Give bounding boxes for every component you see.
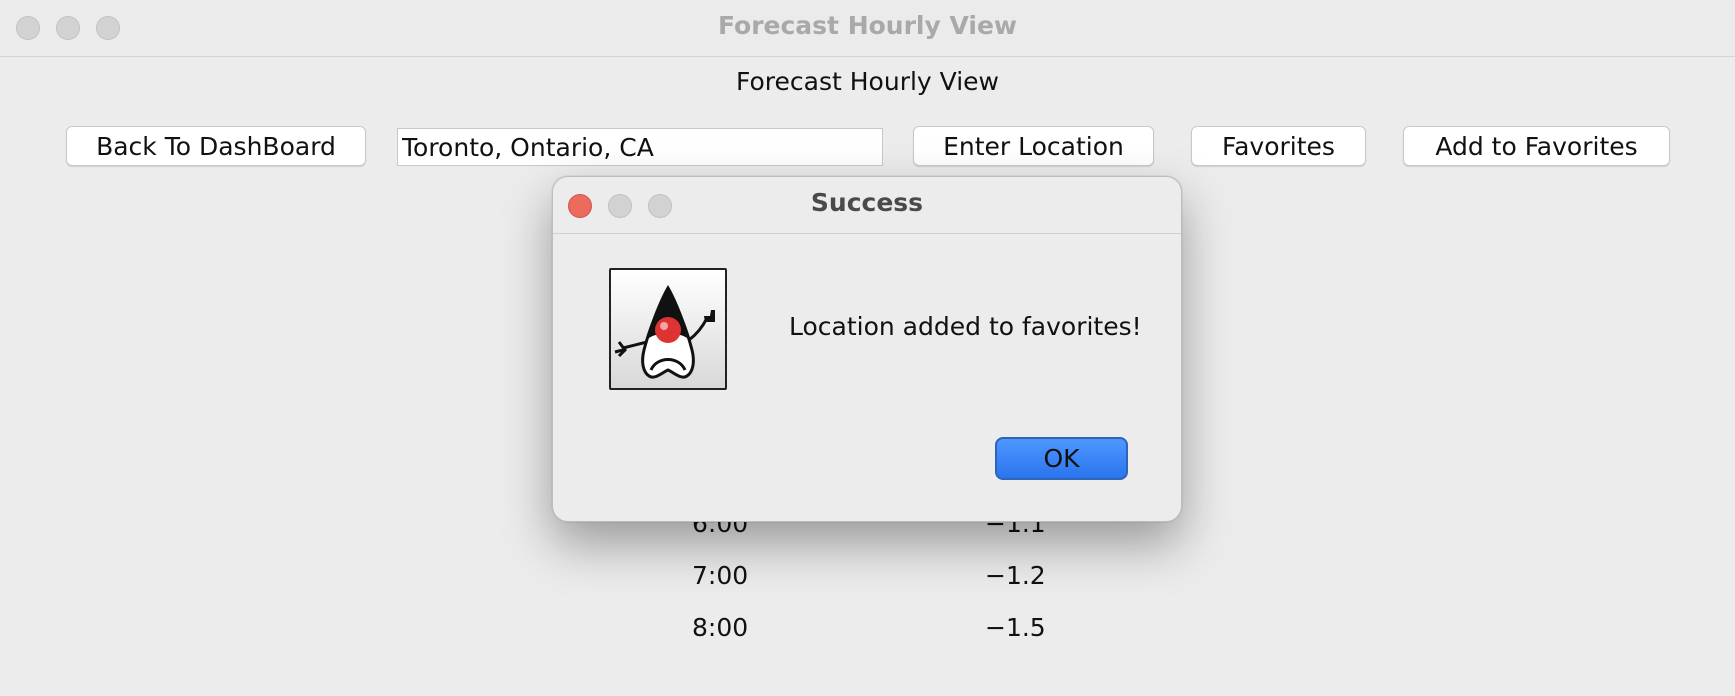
dialog-titlebar: Success xyxy=(553,177,1181,234)
temperature-value: −1.5 xyxy=(985,613,1046,642)
page-title: Forecast Hourly View xyxy=(736,67,999,96)
dialog-title: Success xyxy=(810,188,924,217)
window-titlebar: Forecast Hourly View xyxy=(0,0,1735,57)
enter-location-button[interactable]: Enter Location xyxy=(913,126,1154,166)
location-input[interactable] xyxy=(397,128,883,166)
hour-label: 7:00 xyxy=(692,561,749,590)
favorites-button[interactable]: Favorites xyxy=(1191,126,1366,166)
temperature-value: −1.2 xyxy=(985,561,1046,590)
add-to-favorites-button[interactable]: Add to Favorites xyxy=(1403,126,1670,166)
dialog-message: Location added to favorites! xyxy=(789,312,1142,341)
hour-label: 8:00 xyxy=(692,613,749,642)
back-to-dashboard-button[interactable]: Back To DashBoard xyxy=(66,126,366,166)
ok-button[interactable]: OK xyxy=(995,437,1128,480)
java-duke-icon xyxy=(609,268,727,390)
success-dialog: Success Location added to favorites! OK xyxy=(552,176,1182,522)
window-title: Forecast Hourly View xyxy=(717,11,1018,40)
